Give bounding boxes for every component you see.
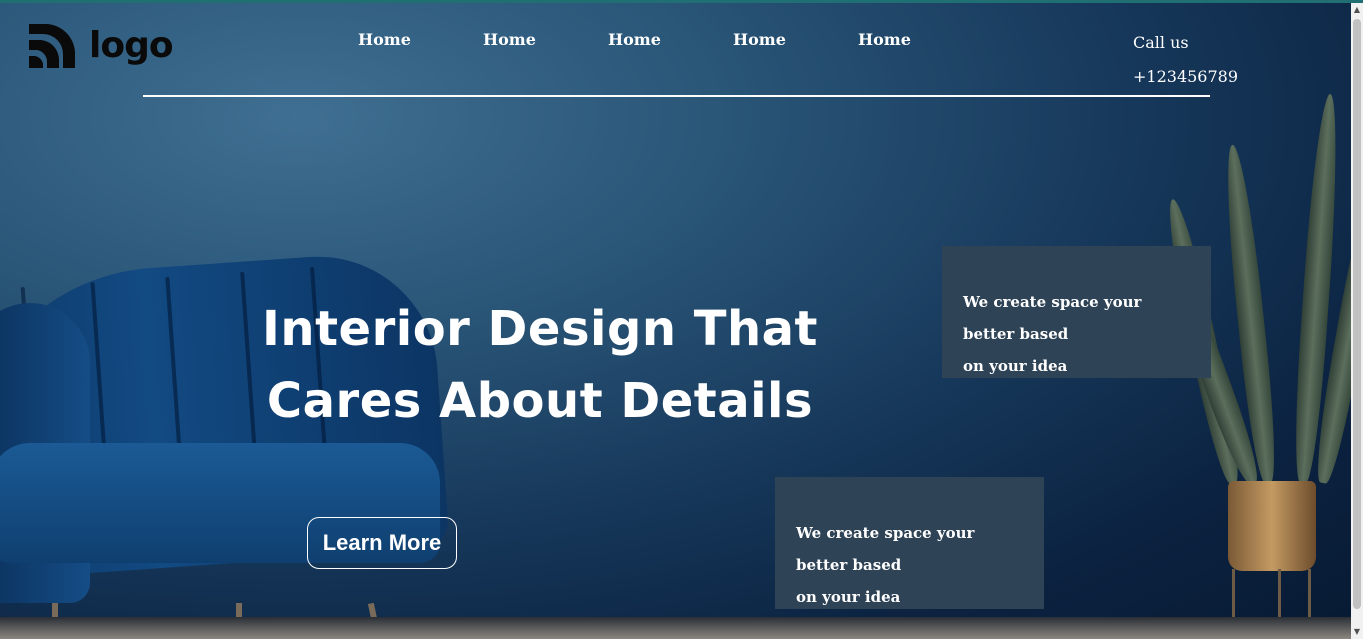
logo-link[interactable]: logo bbox=[27, 20, 174, 70]
nav-item-home-3[interactable]: Home bbox=[608, 30, 661, 49]
contact-block: Call us +123456789 bbox=[1133, 26, 1238, 94]
hero-headline: Interior Design That Cares About Details bbox=[250, 293, 830, 437]
header-divider bbox=[143, 95, 1210, 97]
call-us-label: Call us bbox=[1133, 33, 1189, 52]
pot-stand-leg bbox=[1232, 569, 1235, 639]
armchair-leg bbox=[367, 602, 383, 639]
info-card-line-2: on your idea bbox=[963, 357, 1068, 375]
info-card: We create space your better based on you… bbox=[775, 477, 1044, 609]
learn-more-button[interactable]: Learn More bbox=[307, 517, 457, 569]
info-card-line-1: We create space your better based bbox=[963, 293, 1142, 343]
plant-pot bbox=[1228, 481, 1316, 571]
info-card-line-1: We create space your better based bbox=[796, 524, 975, 574]
vertical-scrollbar[interactable]: ▲ ▼ bbox=[1351, 3, 1363, 639]
info-card: We create space your better based on you… bbox=[942, 246, 1211, 378]
nav-item-home-4[interactable]: Home bbox=[733, 30, 786, 49]
headline-line-1: Interior Design That bbox=[262, 301, 818, 357]
signal-arcs-icon bbox=[29, 24, 75, 68]
nav-item-home-2[interactable]: Home bbox=[483, 30, 536, 49]
headline-line-2: Cares About Details bbox=[266, 373, 814, 429]
pot-stand-leg bbox=[1278, 569, 1281, 639]
scroll-up-arrow-icon[interactable]: ▲ bbox=[1351, 3, 1363, 17]
armchair-leg bbox=[236, 603, 242, 639]
scroll-down-arrow-icon[interactable]: ▼ bbox=[1351, 625, 1363, 639]
logo-text: logo bbox=[89, 24, 174, 66]
scrollbar-thumb[interactable] bbox=[1353, 19, 1361, 609]
info-card-line-2: on your idea bbox=[796, 588, 901, 606]
nav-item-home-1[interactable]: Home bbox=[358, 30, 411, 49]
nav-item-home-5[interactable]: Home bbox=[858, 30, 911, 49]
pot-stand-leg bbox=[1308, 569, 1311, 639]
phone-number[interactable]: +123456789 bbox=[1133, 60, 1238, 94]
armchair-leg bbox=[52, 603, 58, 639]
